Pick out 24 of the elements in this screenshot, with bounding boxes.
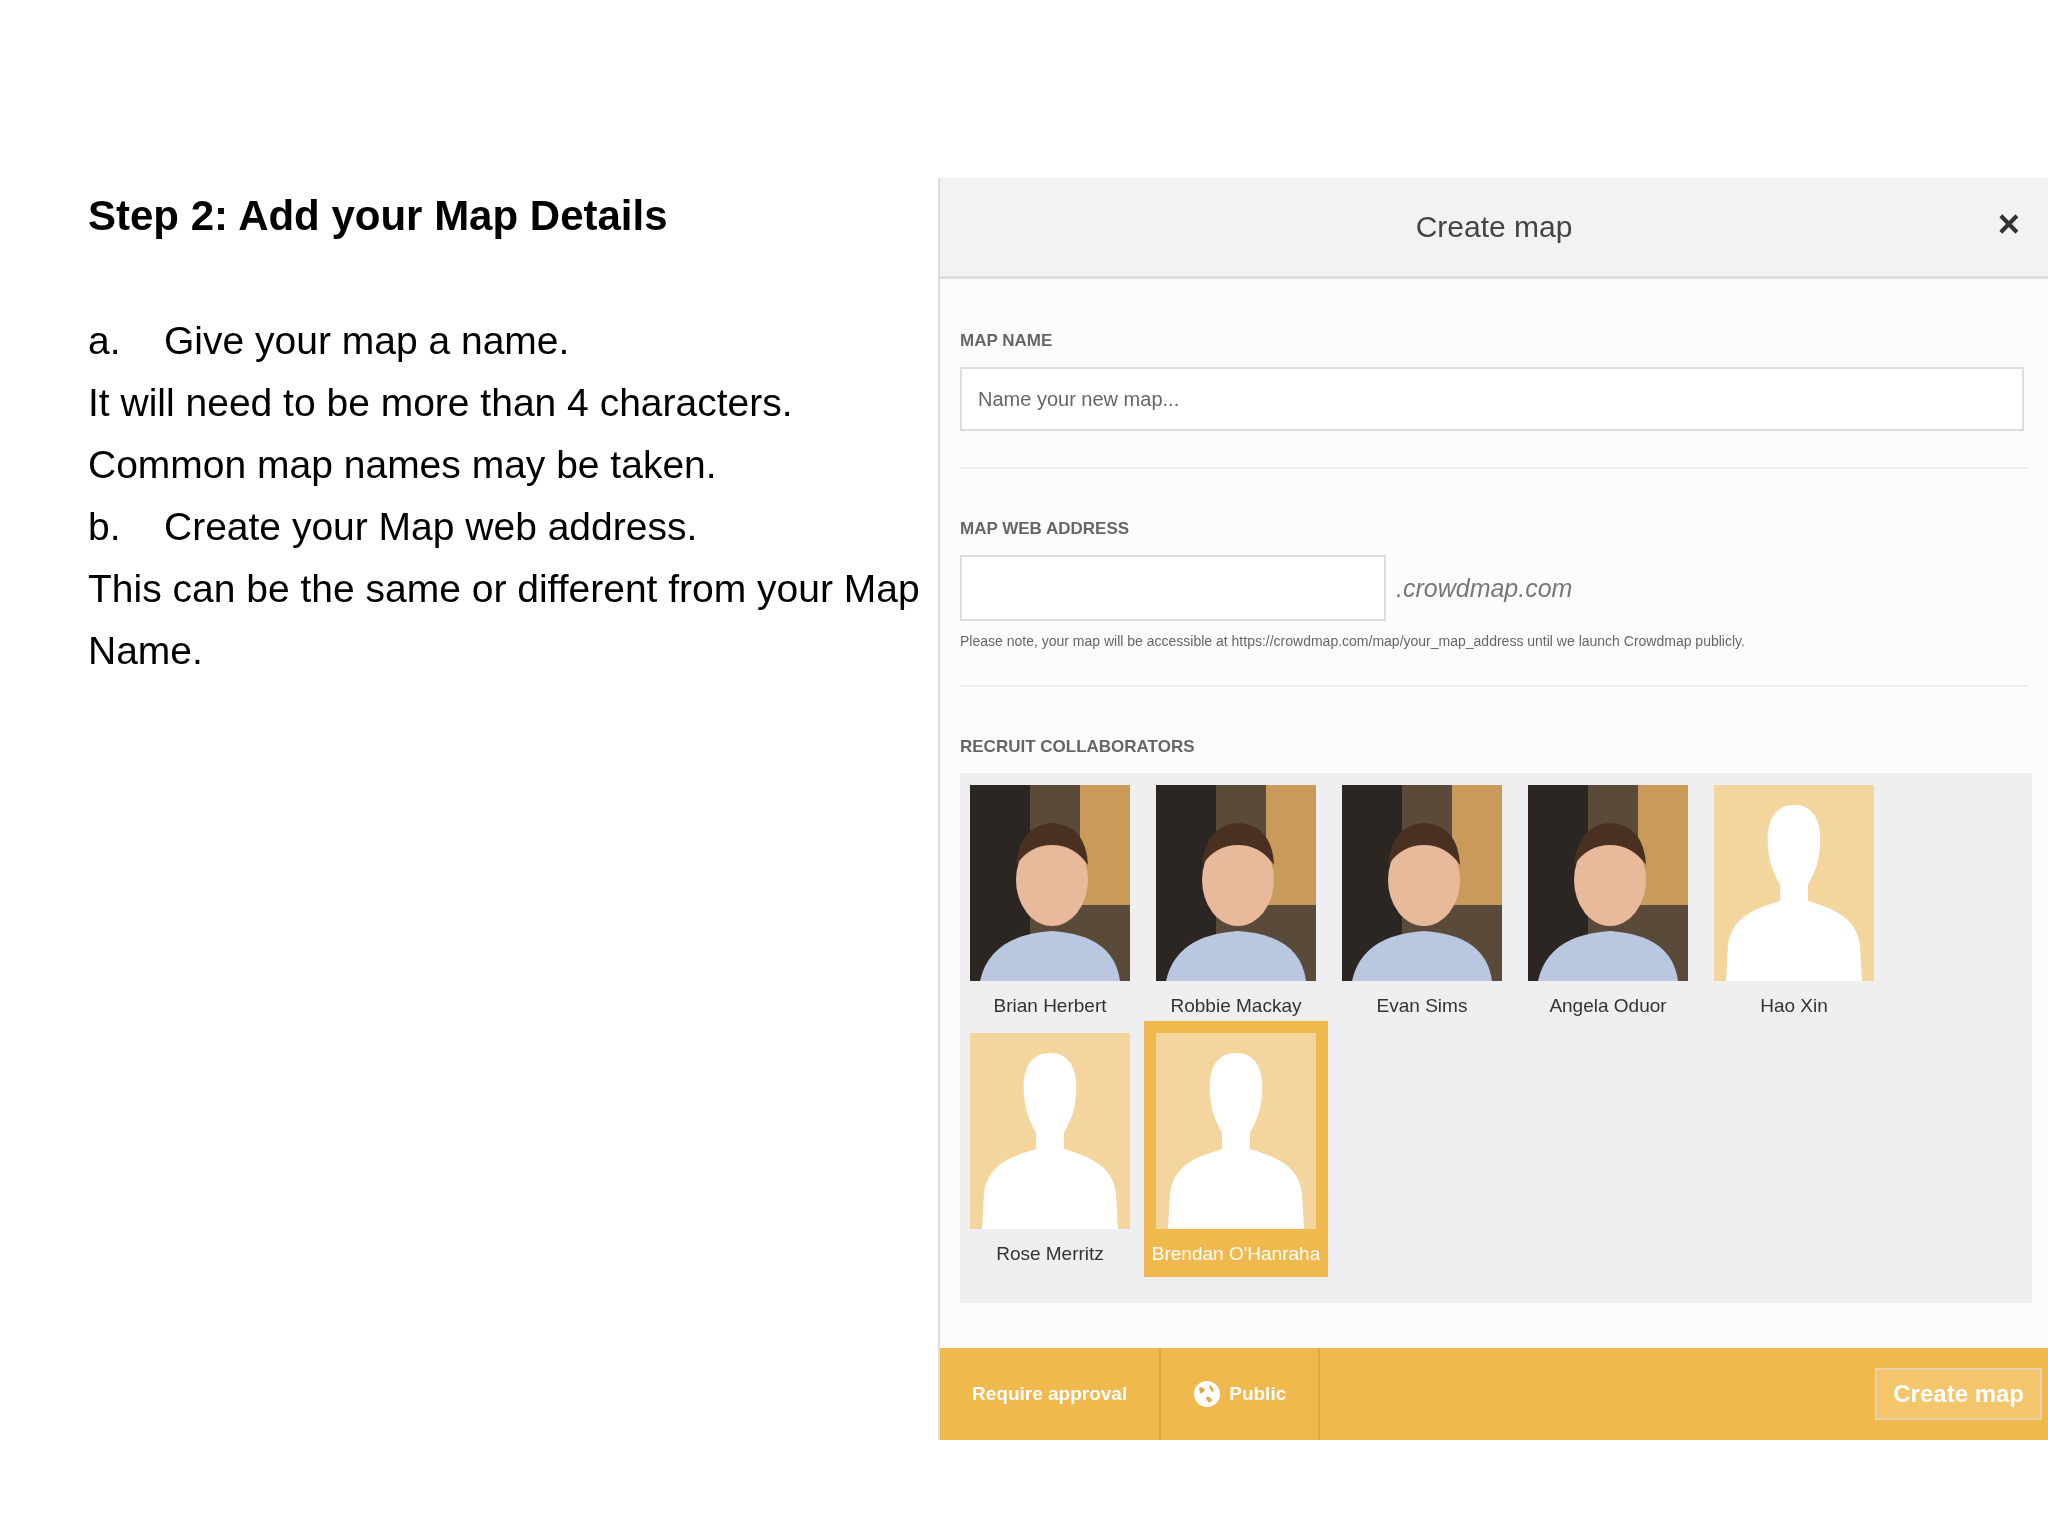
close-button[interactable]: × xyxy=(1991,204,2026,244)
field-label: MAP NAME xyxy=(960,331,1054,351)
avatar-placeholder-icon xyxy=(1714,785,1874,981)
collaborator-card[interactable]: Angela Oduor xyxy=(1528,785,1688,1017)
collaborator-card[interactable]: Hao Xin xyxy=(1714,785,1874,1017)
avatar-placeholder-icon xyxy=(1156,1033,1316,1229)
collaborator-card[interactable]: Brian Herbert xyxy=(970,785,1130,1017)
dialog-title: Create map xyxy=(1415,210,1573,244)
avatar-placeholder-icon xyxy=(970,1033,1130,1229)
list-item: b. Create your Map web address. xyxy=(88,504,699,550)
domain-suffix: .crowdmap.com xyxy=(1396,573,1573,603)
section-label: RECRUIT COLLABORATORS xyxy=(960,737,1196,757)
collaborator-card[interactable]: Robbie Mackay xyxy=(1156,785,1316,1017)
field-label: MAP WEB ADDRESS xyxy=(960,519,1131,539)
slide-paragraph: This can be the same or different from your Map Name. xyxy=(88,566,921,674)
list-item: a. Give your map a name. xyxy=(88,318,571,364)
slide-paragraph: It will need to be more than 4 characters. Common map names may be taken. xyxy=(88,380,794,488)
collaborator-card[interactable]: Evan Sims xyxy=(1342,785,1502,1017)
input-field[interactable] xyxy=(960,555,1386,621)
slide-heading: Step 2: Add your Map Details xyxy=(88,192,669,240)
globe-icon xyxy=(1193,1380,1222,1408)
collaborator-card[interactable]: Rose Merritz xyxy=(970,1033,1130,1265)
input-field[interactable]: Name your new map... xyxy=(960,367,2024,431)
help-text: Please note, your map will be accessible at https://crowdmap.com/map/your_map_address until we launch Crowdmap publicly. xyxy=(960,633,1746,649)
